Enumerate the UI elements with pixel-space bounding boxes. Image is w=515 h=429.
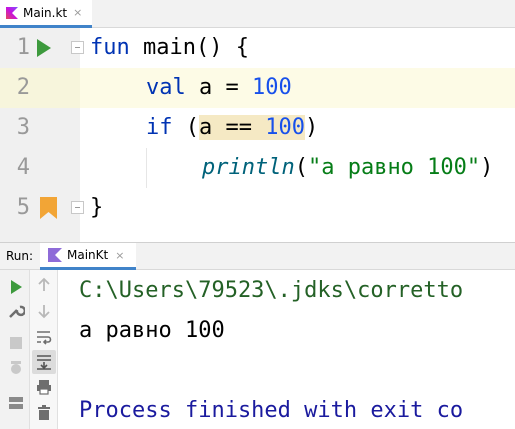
run-toolbar-primary: [0, 270, 30, 429]
layout-icon[interactable]: [7, 394, 25, 412]
code-fragment: a =: [185, 75, 252, 100]
code-line-5[interactable]: 5 }: [0, 188, 515, 228]
console-line-command: C:\Users\79523\.jdks\corretto: [79, 278, 464, 303]
soft-wrap-icon[interactable]: [35, 328, 53, 346]
line-number: 2: [16, 75, 30, 100]
code-fragment: ): [304, 115, 319, 140]
arrow-down-icon[interactable]: [35, 302, 53, 320]
editor-tab-bar: Main.kt ×: [0, 0, 515, 28]
code-fragment: ): [480, 155, 494, 180]
run-label: Run:: [6, 249, 34, 263]
run-panel-header: Run: MainKt ×: [0, 242, 515, 270]
run-tab-mainkt[interactable]: MainKt ×: [40, 243, 136, 270]
function-call: println: [202, 155, 295, 180]
fold-icon[interactable]: [71, 41, 84, 54]
kotlin-file-icon: [6, 6, 18, 19]
arrow-up-icon[interactable]: [35, 276, 53, 294]
code-line-1[interactable]: 1 fun main() {: [0, 28, 515, 68]
number-literal: 100: [265, 115, 305, 140]
code-text: }: [90, 195, 104, 220]
stop-icon[interactable]: [7, 334, 25, 352]
code-line-3[interactable]: 3 if (a == 100): [0, 108, 515, 148]
line-number: 4: [16, 155, 30, 180]
indent-guide: [146, 148, 147, 188]
trash-icon[interactable]: [35, 404, 53, 422]
code-text: println("а равно 100"): [202, 148, 493, 188]
run-tab-label: MainKt: [67, 248, 109, 262]
code-fragment: main() {: [129, 35, 249, 60]
console-line-output: а равно 100: [79, 318, 225, 343]
code-fragment: a ==: [199, 115, 266, 140]
bookmark-icon[interactable]: [40, 197, 57, 219]
code-fragment: (: [294, 155, 308, 180]
code-text: if (a == 100): [146, 108, 318, 148]
console-output[interactable]: C:\Users\79523\.jdks\corretto а равно 10…: [59, 270, 515, 429]
close-icon[interactable]: ×: [73, 6, 82, 19]
fold-icon[interactable]: [71, 201, 84, 214]
keyword-val: val: [146, 75, 186, 100]
code-fragment: (: [172, 115, 199, 140]
kotlin-run-config-icon: [48, 248, 62, 262]
debug-restore-icon[interactable]: [7, 360, 25, 378]
close-icon[interactable]: ×: [115, 249, 124, 262]
tab-main-kt[interactable]: Main.kt ×: [0, 0, 92, 28]
rerun-icon[interactable]: [7, 278, 25, 296]
run-gutter-icon[interactable]: [36, 39, 52, 57]
code-line-4[interactable]: 4 println("а равно 100"): [0, 148, 515, 188]
code-editor[interactable]: 1 fun main() { 2 val a = 100 3 if (a == …: [0, 28, 515, 242]
tab-main-kt-label: Main.kt: [23, 5, 68, 20]
print-icon[interactable]: [35, 378, 53, 396]
scroll-to-end-icon[interactable]: [35, 353, 53, 371]
code-text: fun main() {: [90, 28, 249, 68]
code-line-2[interactable]: 2 val a = 100: [0, 68, 515, 108]
console-line-process-finished: Process finished with exit co: [79, 398, 464, 423]
number-literal: 100: [251, 75, 292, 100]
line-number: 3: [16, 115, 30, 140]
highlighted-condition: a == 100: [199, 115, 305, 140]
line-number: 5: [16, 195, 30, 220]
line-number: 1: [16, 35, 30, 60]
wrench-icon[interactable]: [7, 302, 25, 320]
keyword-fun: fun: [90, 35, 130, 60]
string-literal: "а равно 100": [307, 155, 481, 180]
run-toolbar-secondary: [30, 270, 58, 429]
code-text: val a = 100: [146, 68, 292, 108]
keyword-if: if: [146, 115, 173, 140]
